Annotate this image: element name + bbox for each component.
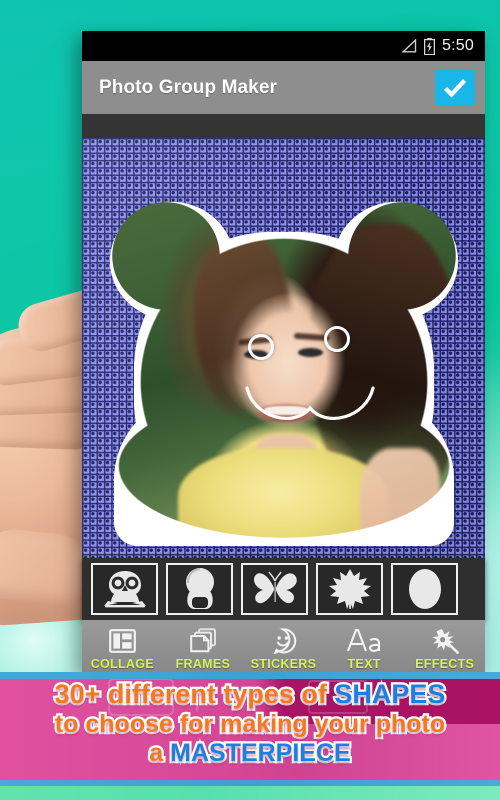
photo-arm	[360, 448, 440, 548]
maple-leaf-shape-icon	[327, 567, 373, 611]
collage-grid-icon	[108, 627, 136, 654]
status-bar: 5:50	[82, 31, 485, 61]
banner-footer-strip	[0, 786, 500, 800]
oval-shape-icon	[407, 567, 443, 611]
masked-photo	[108, 198, 460, 548]
eye-handle-right[interactable]	[324, 326, 350, 352]
action-bar: Photo Group Maker	[82, 61, 485, 114]
nav-label-stickers: STICKERS	[250, 657, 317, 671]
promo-line-2: to choose for making your photo	[53, 708, 448, 740]
promo-line3-part1: a	[147, 737, 171, 769]
promo-line-3: a MASTERPIECE	[0, 737, 500, 769]
phone-device: 5:50 Photo Group Maker COLLAGE FRAMES ST…	[82, 31, 485, 703]
promo-banner: 30+ different types of SHAPES to choose …	[0, 672, 500, 800]
promo-text: 30+ different types of SHAPES to choose …	[0, 677, 500, 769]
promo-line1-shapes: SHAPES	[332, 677, 448, 711]
banner-top-rule	[0, 672, 500, 679]
nav-label-frames: FRAMES	[175, 657, 231, 671]
shape-thumb-keyhole[interactable]	[166, 563, 233, 615]
nav-item-frames[interactable]: FRAMES	[163, 620, 244, 678]
shape-thumb-butterfly[interactable]	[241, 563, 308, 615]
nav-label-effects: EFFECTS	[415, 657, 475, 671]
screenshot-root: 5:50 Photo Group Maker COLLAGE FRAMES ST…	[0, 0, 500, 800]
promo-line3-masterpiece: MASTERPIECE	[168, 737, 353, 769]
mouth-guide[interactable]	[244, 384, 376, 430]
battery-charging-icon	[423, 37, 436, 55]
signal-triangle-icon	[401, 39, 417, 53]
butterfly-shape-icon	[251, 568, 299, 610]
photo-yellow-top	[178, 448, 388, 548]
photo-eye-right	[298, 348, 323, 357]
nav-label-collage: COLLAGE	[90, 657, 154, 671]
nav-item-effects[interactable]: EFFECTS	[404, 620, 485, 678]
teddy-bear-shape[interactable]	[108, 198, 460, 548]
shape-thumb-owl[interactable]	[91, 563, 158, 615]
shape-strip[interactable]	[82, 558, 485, 620]
nav-item-text[interactable]: TEXT	[324, 620, 405, 678]
keyhole-shape-icon	[181, 567, 219, 611]
app-title: Photo Group Maker	[99, 76, 277, 98]
edit-canvas[interactable]	[82, 138, 485, 558]
confirm-button[interactable]	[435, 69, 475, 106]
nav-label-text: TEXT	[347, 657, 381, 671]
text-aa-icon	[346, 627, 382, 654]
photo-woman-in-yellow-top	[108, 198, 460, 548]
nav-item-collage[interactable]: COLLAGE	[82, 620, 163, 678]
magic-wand-sparkle-icon	[431, 627, 459, 654]
status-clock: 5:50	[442, 37, 474, 54]
smiley-bubble-icon	[270, 627, 297, 654]
promo-line1-part1: 30+ different types of	[52, 677, 335, 711]
shape-thumb-oval[interactable]	[391, 563, 458, 615]
promo-line-1: 30+ different types of SHAPES	[0, 677, 500, 711]
nav-item-stickers[interactable]: STICKERS	[243, 620, 324, 678]
eye-handle-left[interactable]	[248, 334, 274, 360]
checkmark-icon	[443, 78, 467, 98]
shape-thumb-leaf[interactable]	[316, 563, 383, 615]
owl-shape-icon	[102, 568, 148, 610]
stacked-frames-icon	[189, 627, 217, 654]
bottom-nav[interactable]: COLLAGE FRAMES STICKERS TEXT EFFECTS	[82, 620, 485, 678]
sub-toolbar	[82, 114, 485, 138]
status-bar-right: 5:50	[401, 37, 485, 55]
